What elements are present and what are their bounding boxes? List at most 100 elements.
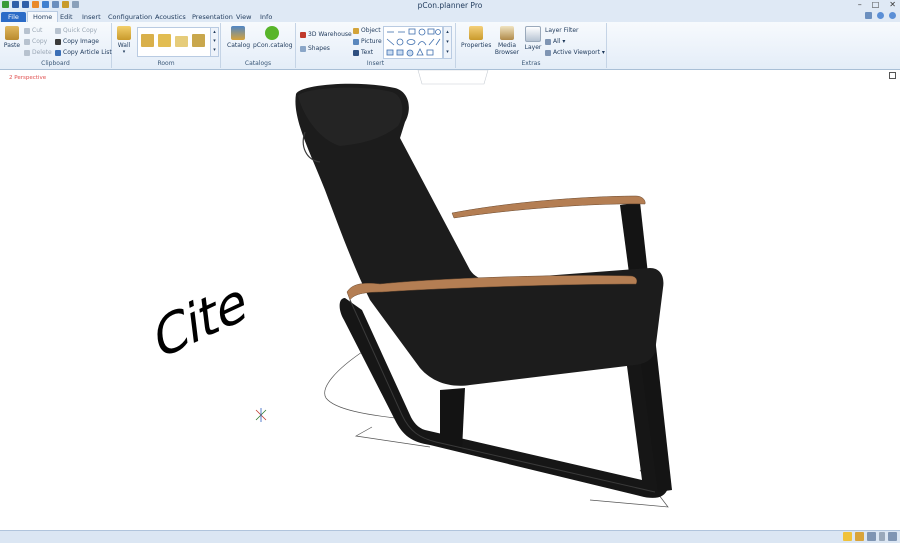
tab-view[interactable]: View — [236, 12, 251, 22]
active-viewport-label: Active Viewport — [553, 49, 601, 56]
paste-button[interactable]: Paste — [3, 26, 21, 49]
layer-icon — [525, 26, 541, 42]
room-shape-icon-1[interactable] — [141, 34, 154, 47]
room-shape-icon-2[interactable] — [158, 34, 171, 47]
minimize-icon[interactable]: – — [858, 0, 862, 10]
delete-button[interactable]: Delete — [24, 49, 52, 56]
catalog-button[interactable]: Catalog — [227, 26, 251, 49]
maximize-icon[interactable]: □ — [872, 0, 880, 10]
copy-label: Copy — [32, 38, 48, 45]
picture-button[interactable]: Picture — [353, 38, 382, 45]
quick-copy-button[interactable]: Quick Copy — [55, 27, 97, 34]
3d-warehouse-label: 3D Warehouse — [308, 31, 352, 38]
picture-icon — [353, 38, 359, 45]
collapse-ribbon-icon[interactable] — [865, 12, 872, 19]
insert-group: 3D Warehouse Shapes Object Picture Text … — [296, 23, 456, 68]
layer-label: Layer — [524, 44, 542, 51]
paste-label: Paste — [3, 42, 21, 49]
scene-drawing — [255, 70, 672, 508]
copy-icon — [24, 38, 30, 45]
catalog-label: Catalog — [227, 42, 251, 49]
clipboard-group: Paste Cut Copy Delete Quick Copy Copy Im… — [0, 23, 112, 68]
viewport-icon — [545, 49, 551, 56]
pcon-catalog-label: pCon.catalog — [253, 42, 293, 49]
object-button[interactable]: Object — [353, 27, 381, 34]
3d-warehouse-button[interactable]: 3D Warehouse — [300, 31, 352, 38]
room-shape-icon-3[interactable] — [175, 36, 188, 47]
layer-button[interactable]: Layer — [524, 26, 542, 51]
shapes-icon — [300, 45, 306, 52]
title-bar: pCon.planner Pro – □ ✕ — [0, 0, 900, 11]
clipboard-group-label: Clipboard — [41, 60, 70, 67]
copy-article-list-label: Copy Article List — [63, 49, 112, 56]
window-title: pCon.planner Pro — [417, 1, 483, 10]
paste-icon — [5, 26, 19, 40]
tab-insert[interactable]: Insert — [82, 12, 101, 22]
shapes-label: Shapes — [308, 45, 330, 52]
cut-button[interactable]: Cut — [24, 27, 42, 34]
chair-center-support — [440, 388, 465, 450]
ghost-toolbar — [417, 70, 489, 85]
quick-copy-label: Quick Copy — [63, 27, 98, 34]
insert-group-label: Insert — [366, 60, 385, 67]
view-mode-icon[interactable] — [867, 532, 876, 541]
media-browser-label: Media Browser — [494, 42, 520, 56]
shapes-button[interactable]: Shapes — [300, 45, 330, 52]
properties-button[interactable]: Properties — [461, 26, 491, 49]
status-icons — [843, 532, 897, 541]
media-browser-icon — [500, 26, 514, 40]
tab-acoustics[interactable]: Acoustics — [155, 12, 186, 22]
filter-icon — [545, 38, 551, 45]
copy-button[interactable]: Copy — [24, 38, 47, 45]
text-label: Text — [361, 49, 374, 56]
drawing-gallery-scroll[interactable]: ▴ ▾ ▾ — [443, 26, 452, 59]
warehouse-icon — [300, 31, 306, 38]
pcon-catalog-icon — [265, 26, 279, 40]
status-dropdown-icon[interactable] — [879, 532, 885, 541]
delete-label: Delete — [32, 49, 52, 56]
help-icon[interactable] — [889, 12, 896, 19]
scissors-icon — [24, 27, 30, 34]
catalogs-group-label: Catalogs — [244, 60, 272, 67]
drawing-tools-gallery[interactable] — [383, 26, 443, 59]
room-group: Wall ▾ ▴ ▾ ▾ Room — [112, 23, 221, 68]
wall-button[interactable]: Wall ▾ — [116, 26, 132, 55]
armrest-rear — [451, 195, 646, 219]
tab-edit[interactable]: Edit — [60, 12, 73, 22]
layout-icon[interactable] — [888, 532, 897, 541]
pcon-catalog-button[interactable]: pCon.catalog — [253, 26, 293, 49]
extras-group-label: Extras — [521, 60, 541, 67]
media-browser-button[interactable]: Media Browser — [494, 26, 520, 56]
settings-round-icon[interactable] — [877, 12, 884, 19]
help-icons — [865, 12, 896, 19]
tab-configuration[interactable]: Configuration — [108, 12, 152, 22]
ribbon: Paste Cut Copy Delete Quick Copy Copy Im… — [0, 22, 900, 70]
close-icon[interactable]: ✕ — [889, 0, 896, 10]
object-icon — [353, 27, 359, 34]
copy-image-button[interactable]: Copy Image — [55, 38, 99, 45]
layer-filter-all-dropdown[interactable]: All ▾ — [545, 38, 565, 45]
active-viewport-dropdown[interactable]: Active Viewport ▾ — [545, 49, 605, 56]
object-label: Object — [361, 27, 381, 34]
text-button[interactable]: Text — [353, 49, 373, 56]
status-bar — [0, 530, 900, 543]
wall-label: Wall — [117, 42, 131, 49]
viewport-3d[interactable]: 2 Perspective Cite — [0, 70, 900, 530]
delete-icon — [24, 49, 30, 56]
room-group-label: Room — [157, 60, 175, 67]
copy-article-list-button[interactable]: Copy Article List — [55, 49, 112, 56]
origin-axis-icon — [255, 408, 267, 422]
tab-info[interactable]: Info — [260, 12, 272, 22]
window-controls: – □ ✕ — [858, 0, 896, 10]
room-gallery[interactable] — [137, 27, 211, 57]
tab-presentation[interactable]: Presentation — [192, 12, 233, 22]
tab-file[interactable]: File — [1, 12, 26, 22]
room-shape-icon-4[interactable] — [192, 34, 205, 47]
gallery-scroll[interactable]: ▴ ▾ ▾ — [210, 27, 219, 57]
ribbon-tabs: File Home Edit Insert Configuration Acou… — [0, 11, 900, 23]
catalog-book-icon — [231, 26, 245, 40]
layer-filter-label: Layer Filter — [545, 27, 579, 34]
snap-settings-icon[interactable] — [855, 532, 864, 541]
grid-snap-icon[interactable] — [843, 532, 852, 541]
copy-image-label: Copy Image — [63, 38, 99, 45]
